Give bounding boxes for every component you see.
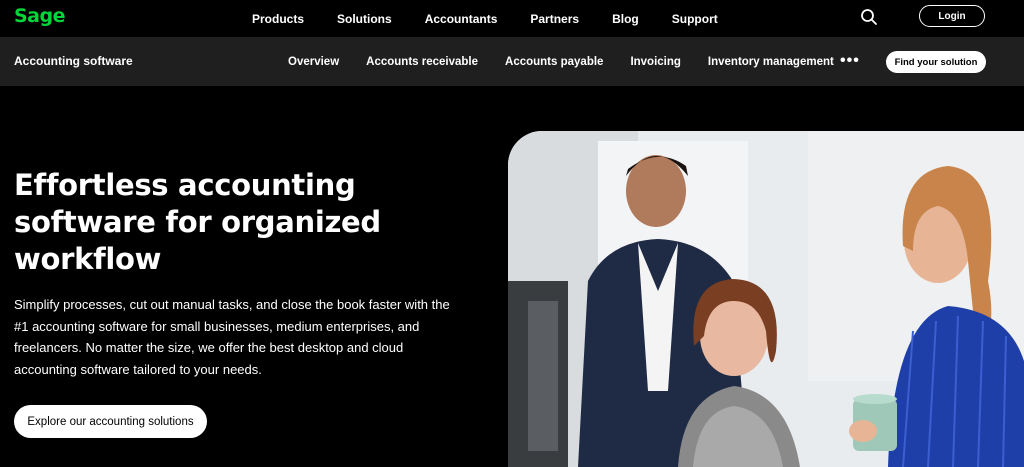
hero-description: Simplify processes, cut out manual tasks… (14, 297, 450, 377)
top-navigation: Sage Products Solutions Accountants Part… (0, 0, 1024, 37)
nav-item-accountants[interactable]: Accountants (425, 12, 498, 26)
hero-title: Effortless accounting software for organ… (14, 168, 381, 276)
subnav-item-accounts-receivable[interactable]: Accounts receivable (366, 56, 478, 68)
nav-item-support[interactable]: Support (672, 12, 718, 26)
office-team-photo (508, 131, 1024, 467)
nav-item-partners[interactable]: Partners (530, 12, 579, 26)
subnav-item-overview[interactable]: Overview (288, 56, 339, 68)
login-button[interactable]: Login (919, 5, 985, 27)
nav-item-solutions[interactable]: Solutions (337, 12, 392, 26)
more-menu-icon[interactable]: ••• (840, 53, 860, 69)
nav-item-blog[interactable]: Blog (612, 12, 639, 26)
section-title[interactable]: Accounting software (14, 54, 133, 68)
top-nav-menu: Products Solutions Accountants Partners … (252, 0, 751, 37)
find-your-solution-button[interactable]: Find your solution (886, 51, 986, 73)
subnav-item-invoicing[interactable]: Invoicing (630, 56, 680, 68)
subnav-item-inventory-management[interactable]: Inventory management (708, 56, 834, 68)
sage-logo[interactable]: Sage (14, 5, 66, 27)
subnav-item-accounts-payable[interactable]: Accounts payable (505, 56, 603, 68)
sub-navigation: Accounting software Overview Accounts re… (0, 37, 1024, 86)
nav-item-products[interactable]: Products (252, 12, 304, 26)
search-icon[interactable] (860, 8, 878, 26)
sub-nav-menu: Overview Accounts receivable Accounts pa… (288, 37, 861, 86)
explore-solutions-button[interactable]: Explore our accounting solutions (14, 405, 207, 438)
